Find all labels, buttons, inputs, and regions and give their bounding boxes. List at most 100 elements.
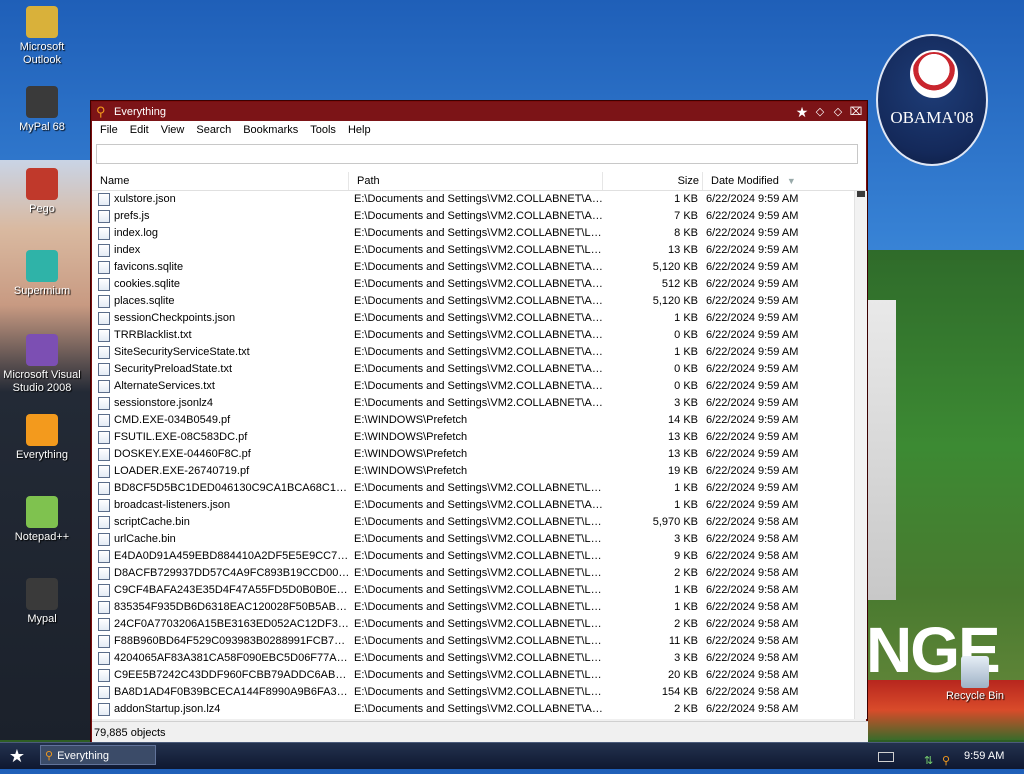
mypal-icon [26,86,58,118]
table-row[interactable]: TRRBlacklist.txt E:\Documents and Setting… [92,327,854,344]
table-row[interactable]: C9EE5B7242C43DDF960FCBB79ADDC6ABD6... E:\… [92,667,854,684]
file-icon [98,431,110,444]
table-row[interactable]: addonStartup.json.lz4 E:\Documents and Se… [92,701,854,718]
column-size[interactable]: Size [602,172,699,190]
column-date[interactable]: Date Modified ▼ [702,172,863,190]
file-size: 11 KB [668,635,698,647]
file-path: E:\Documents and Settings\VM2.COLLABNET\… [354,550,604,562]
star-icon[interactable]: ★ [794,104,810,120]
menu-edit[interactable]: Edit [124,124,155,136]
file-path: E:\Documents and Settings\VM2.COLLABNET\… [354,312,604,324]
menu-search[interactable]: Search [190,124,237,136]
table-row[interactable]: BA8D1AD4F0B39BCECA144F8990A9B6FA3C7... E:… [92,684,854,701]
table-row[interactable]: prefs.js E:\Documents and Settings\VM2.CO… [92,208,854,225]
start-button[interactable]: ★ [6,745,28,767]
file-date: 6/22/2024 9:58 AM [706,516,799,528]
table-row[interactable]: D8ACFB729937DD57C4A9FC893B19CCD007... E:\… [92,565,854,582]
file-icon [98,448,110,461]
table-row[interactable]: DOSKEY.EXE-04460F8C.pf E:\WINDOWS\Prefetc… [92,446,854,463]
object-count: 79,885 objects [94,727,166,739]
recycle-bin[interactable]: Recycle Bin [940,656,1010,702]
maximize-button[interactable]: ◇ [830,104,846,120]
minimize-button[interactable]: ◇ [812,104,828,120]
table-row[interactable]: AlternateServices.txt E:\Documents and Se… [92,378,854,395]
desktop-icon[interactable]: Mypal [2,578,82,626]
table-row[interactable]: index.log E:\Documents and Settings\VM2.C… [92,225,854,242]
table-row[interactable]: F88B960BD64F529C093983B0288991FCB73E... E… [92,633,854,650]
file-icon [98,567,110,580]
file-icon [98,499,110,512]
visual-studio-icon [26,334,58,366]
file-path: E:\Documents and Settings\VM2.COLLABNET\… [354,482,604,494]
taskbar-everything-button[interactable]: ⚲ Everything [40,745,156,765]
file-icon [98,193,110,206]
file-size: 1 KB [674,499,698,511]
table-row[interactable]: broadcast-listeners.json E:\Documents and… [92,497,854,514]
clock[interactable]: 9:59 AM [964,743,1004,769]
table-row[interactable]: cookies.sqlite E:\Documents and Settings\… [92,276,854,293]
file-name: cookies.sqlite [114,278,181,290]
desktop-icon[interactable]: Supermium [2,250,82,298]
desktop-icon[interactable]: Notepad++ [2,496,82,544]
table-row[interactable]: places.sqlite E:\Documents and Settings\V… [92,293,854,310]
file-size: 13 KB [668,431,698,443]
desktop-icon[interactable]: Microsoft Visual Studio 2008 [2,334,82,395]
file-icon [98,312,110,325]
file-date: 6/22/2024 9:59 AM [706,244,799,256]
table-row[interactable]: favicons.sqlite E:\Documents and Settings… [92,259,854,276]
table-row[interactable]: LOADER.EXE-26740719.pf E:\WINDOWS\Prefetc… [92,463,854,480]
table-row[interactable]: E4DA0D91A459EBD884410A2DF5E5E9CC7AB... E:… [92,548,854,565]
file-size: 512 KB [661,278,698,290]
table-row[interactable]: sessionstore.jsonlz4 E:\Documents and Set… [92,395,854,412]
table-row[interactable]: FSUTIL.EXE-08C583DC.pf E:\WINDOWS\Prefetc… [92,429,854,446]
file-name: favicons.sqlite [114,261,184,273]
table-row[interactable]: scriptCache.bin E:\Documents and Settings… [92,514,854,531]
menu-tools[interactable]: Tools [304,124,342,136]
file-size: 2 KB [674,618,698,630]
column-name[interactable]: Name [100,172,350,190]
file-icon [98,550,110,563]
table-row[interactable]: C9CF4BAFA243E35D4F47A55FD5D0B0B0E28... E:… [92,582,854,599]
table-row[interactable]: urlCache.bin E:\Documents and Settings\VM… [92,531,854,548]
desktop-icon[interactable]: Everything [2,414,82,462]
file-icon [98,261,110,274]
vertical-scrollbar[interactable] [854,191,867,719]
desktop-icon[interactable]: Pego [2,168,82,216]
table-row[interactable]: sessionCheckpoints.json E:\Documents and … [92,310,854,327]
table-row[interactable]: SiteSecurityServiceState.txt E:\Documents… [92,344,854,361]
desktop-icon[interactable]: Microsoft Outlook [2,6,82,67]
file-icon [98,363,110,376]
file-path: E:\Documents and Settings\VM2.COLLABNET\… [354,516,604,528]
table-row[interactable]: 835354F935DB6D6318EAC120028F50B5AB2... E:… [92,599,854,616]
menu-help[interactable]: Help [342,124,377,136]
search-input[interactable] [96,144,858,164]
file-path: E:\Documents and Settings\VM2.COLLABNET\… [354,601,604,613]
table-row[interactable]: CMD.EXE-034B0549.pf E:\WINDOWS\Prefetch 14… [92,412,854,429]
column-path-label: Path [357,175,380,187]
table-row[interactable]: SecurityPreloadState.txt E:\Documents and… [92,361,854,378]
scrollbar-thumb[interactable] [857,191,865,197]
file-icon [98,601,110,614]
file-icon [98,465,110,478]
menu-bookmarks[interactable]: Bookmarks [237,124,304,136]
menu-view[interactable]: View [155,124,191,136]
file-size: 1 KB [674,312,698,324]
table-row[interactable]: xulstore.json E:\Documents and Settings\V… [92,191,854,208]
sort-descending-icon: ▼ [786,176,796,186]
column-path[interactable]: Path [348,172,611,190]
everything-icon: ⚲ [96,103,106,119]
search-icon[interactable]: ⚲ [942,748,950,774]
file-path: E:\Documents and Settings\VM2.COLLABNET\… [354,499,604,511]
table-row[interactable]: index E:\Documents and Settings\VM2.COLLA… [92,242,854,259]
file-name: C9EE5B7242C43DDF960FCBB79ADDC6ABD6... [114,669,350,681]
close-button[interactable]: ⌧ [848,104,864,120]
network-icon[interactable]: ⇅ [924,748,933,774]
table-row[interactable]: 24CF0A7703206A15BE3163ED052AC12DF31... E:… [92,616,854,633]
table-row[interactable]: BD8CF5D5BC1DED046130C9CA1BCA68C154... E:\… [92,480,854,497]
title-bar[interactable]: ⚲ Everything ★ ◇ ◇ ⌧ [92,102,866,121]
menu-file[interactable]: File [94,124,124,136]
table-row[interactable]: 4204065AF83A381CA58F090EBC5D06F77AA... E:… [92,650,854,667]
keyboard-icon[interactable] [878,752,894,762]
file-date: 6/22/2024 9:59 AM [706,380,799,392]
desktop-icon[interactable]: MyPal 68 [2,86,82,134]
